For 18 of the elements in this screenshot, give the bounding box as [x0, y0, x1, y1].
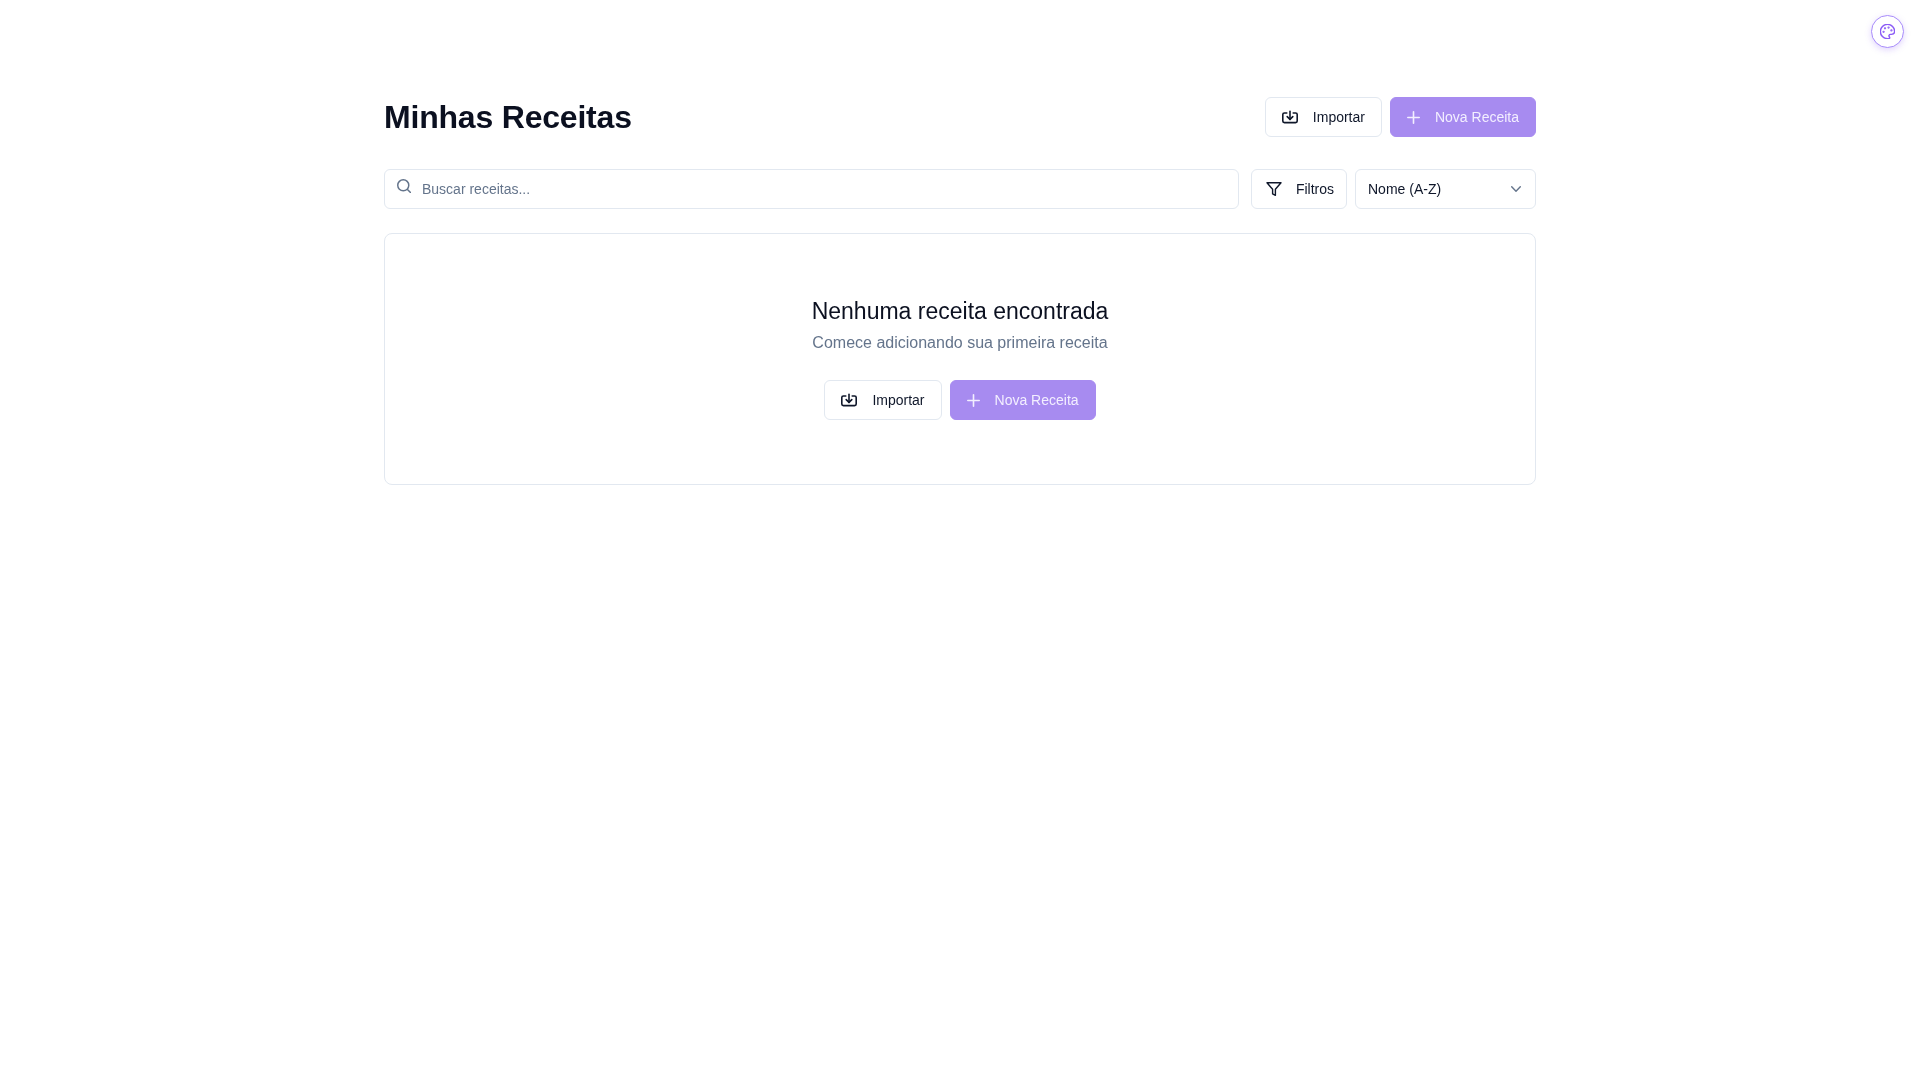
import-button[interactable]: Importar [1264, 97, 1382, 137]
import-button[interactable]: Importar [824, 380, 942, 420]
chevron-down-icon [1511, 186, 1521, 192]
funnel-icon [1265, 182, 1282, 196]
plus-icon [966, 393, 980, 407]
sort-dropdown[interactable]: Nome (A-Z) [1355, 169, 1536, 209]
plus-icon [1406, 110, 1420, 124]
palette-icon [1880, 24, 1895, 39]
download-tray-icon [841, 393, 858, 407]
search-icon [397, 179, 411, 193]
download-tray-icon [1281, 110, 1298, 124]
page-title: Minhas Receitas [384, 98, 632, 136]
search-field[interactable]: Buscar receitas... [384, 169, 1239, 209]
theme-button[interactable] [1871, 15, 1904, 48]
filter-button[interactable]: Filtros [1250, 169, 1347, 209]
sort-value: Nome (A-Z) [1368, 181, 1442, 197]
empty-state-message: Comece adicionando sua primeira receita [812, 333, 1108, 353]
empty-state-title: Nenhuma receita encontrada [811, 297, 1109, 326]
